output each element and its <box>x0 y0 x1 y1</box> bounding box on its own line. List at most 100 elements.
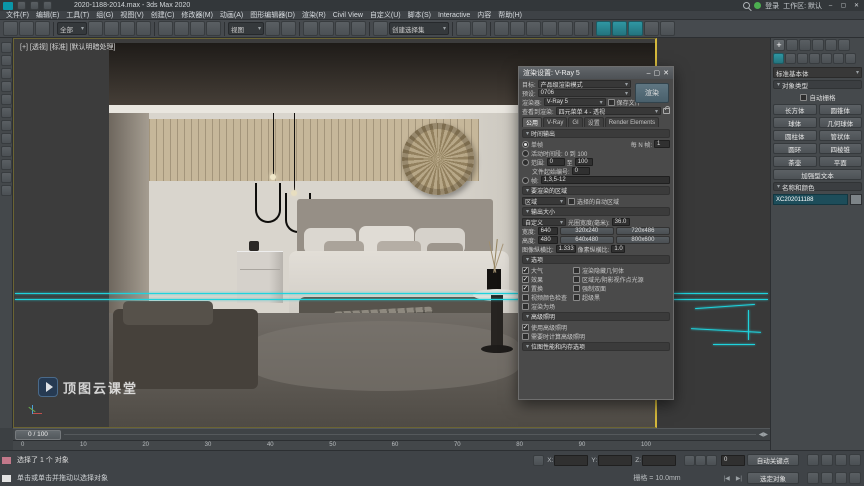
frames-field[interactable]: 1,3,5-12 <box>540 176 670 184</box>
menu-graph-editors[interactable]: 图形编辑器(D) <box>250 10 295 20</box>
res-320x240-button[interactable]: 320x240 <box>559 227 614 235</box>
reference-coordinate-combo[interactable]: 视图 ▾ <box>228 22 264 35</box>
active-segment-radio[interactable] <box>522 149 529 157</box>
tab-gi[interactable]: GI <box>568 117 583 127</box>
key-mode-toggle-icon[interactable] <box>695 454 706 466</box>
menu-civil-view[interactable]: Civil View <box>333 12 363 19</box>
scene-explorer-icon[interactable] <box>494 21 509 36</box>
range-from-field[interactable]: 0 <box>546 158 565 166</box>
left-tool-icon-8[interactable] <box>0 133 12 144</box>
ribbon-toggle-icon[interactable] <box>526 21 541 36</box>
secondary-viewport[interactable] <box>659 38 770 428</box>
select-and-scale-icon[interactable] <box>190 21 205 36</box>
zoom-region-icon[interactable] <box>849 454 861 466</box>
angle-snap-icon[interactable] <box>319 21 334 36</box>
curve-editor-icon[interactable] <box>542 21 557 36</box>
rollout-advanced-lighting[interactable]: ▾ 高级照明 <box>522 312 670 321</box>
select-and-manipulate-icon[interactable] <box>281 21 296 36</box>
save-file-checkbox[interactable] <box>607 98 615 106</box>
align-icon[interactable] <box>472 21 487 36</box>
spline-segment-4[interactable] <box>748 310 749 340</box>
y-coord-field[interactable] <box>598 454 633 466</box>
rollout-options[interactable]: ▾ 选项 <box>522 255 670 264</box>
cone-button[interactable]: 圆锥体 <box>818 104 862 115</box>
close-button[interactable]: ✕ <box>852 2 861 10</box>
tab-settings[interactable]: 设置 <box>583 117 604 127</box>
menu-rendering[interactable]: 渲染(R) <box>302 10 326 20</box>
spinner-snap-icon[interactable] <box>351 21 366 36</box>
snap-toggle-icon[interactable] <box>303 21 318 36</box>
every-n-field[interactable]: 1 <box>654 140 670 148</box>
rollout-bitmap-performance[interactable]: ▾ 位图性能和内存选项 <box>522 342 670 351</box>
edit-named-selection-icon[interactable] <box>373 21 388 36</box>
menu-interactive[interactable]: Interactive <box>438 12 470 19</box>
render-hidden-checkbox[interactable] <box>573 266 580 274</box>
left-tool-icon-7[interactable] <box>0 120 12 131</box>
rollout-name-color[interactable]: ▾ 名称和颜色 <box>773 182 862 192</box>
rollout-area-to-render[interactable]: ▾ 要渲染的区域 <box>522 186 670 195</box>
width-field[interactable]: 640 <box>537 227 558 235</box>
cameras-category-icon[interactable] <box>809 53 820 64</box>
left-tool-icon-6[interactable] <box>0 107 12 118</box>
zoom-extents-icon[interactable] <box>835 454 847 466</box>
left-tool-icon-3[interactable] <box>0 68 12 79</box>
side-table-base[interactable] <box>491 295 503 349</box>
helpers-category-icon[interactable] <box>821 53 832 64</box>
maximize-viewport-toggle-icon[interactable] <box>849 472 861 484</box>
geosphere-button[interactable]: 几何球体 <box>818 117 862 128</box>
cylinder-button[interactable]: 圆柱体 <box>773 130 817 141</box>
menu-views[interactable]: 视图(V) <box>120 10 143 20</box>
selected-filter-button[interactable]: 选定对象 <box>747 472 799 484</box>
login-button[interactable]: 登录 <box>765 1 779 11</box>
select-and-place-icon[interactable] <box>206 21 221 36</box>
lock-view-icon[interactable] <box>663 106 670 114</box>
x-coord-field[interactable] <box>554 454 589 466</box>
res-720x486-button[interactable]: 720x486 <box>615 227 671 235</box>
left-tool-icon-5[interactable] <box>0 94 12 105</box>
lights-category-icon[interactable] <box>797 53 808 64</box>
left-tool-icon-9[interactable] <box>0 146 12 157</box>
rollout-object-type[interactable]: ▾ 对象类型 <box>773 80 862 90</box>
torus-button[interactable]: 圆环 <box>773 143 817 154</box>
pendant-bulb-1[interactable] <box>270 174 276 180</box>
pixel-aspect-field[interactable]: 1.0 <box>611 245 626 253</box>
output-preset-combo[interactable]: 自定义 ▾ <box>522 218 566 227</box>
effects-checkbox[interactable] <box>522 275 529 283</box>
res-640x480-button[interactable]: 640x480 <box>559 236 614 244</box>
object-name-field[interactable]: XC202011188 <box>773 194 848 205</box>
maximize-button[interactable]: ▢ <box>839 2 848 10</box>
area-lights-checkbox[interactable] <box>573 275 580 283</box>
menu-file[interactable]: 文件(F) <box>6 10 29 20</box>
motion-tab-icon[interactable] <box>812 39 824 51</box>
render-setup-dialog[interactable]: 渲染设置: V-Ray 5 – ▢ ✕ 渲染 目标: 产品级渲染模式 ▾ 预设: … <box>518 66 674 400</box>
use-pivot-center-icon[interactable] <box>265 21 280 36</box>
super-black-checkbox[interactable] <box>573 293 580 301</box>
tab-vray[interactable]: V-Ray <box>543 117 568 127</box>
pan-icon[interactable] <box>807 472 819 484</box>
left-tool-icon-12[interactable] <box>0 185 12 196</box>
object-color-swatch[interactable] <box>850 194 862 205</box>
zoom-all-icon[interactable] <box>821 454 833 466</box>
save-icon[interactable] <box>17 1 26 10</box>
menu-tools[interactable]: 工具(T) <box>66 10 89 20</box>
preset-combo[interactable]: 0706 ▾ <box>537 89 631 97</box>
pendant-cord-1[interactable] <box>273 113 274 175</box>
undo-icon[interactable] <box>30 1 39 10</box>
search-icon[interactable] <box>743 2 752 12</box>
geometry-class-combo[interactable]: 标准基本体 ▾ <box>773 67 862 78</box>
select-and-move-icon[interactable] <box>158 21 173 36</box>
pyramid-button[interactable]: 四棱锥 <box>818 143 862 154</box>
redo-icon[interactable] <box>43 1 52 10</box>
nightstand[interactable] <box>237 251 283 303</box>
selection-filter-combo[interactable]: 全部 ▾ <box>57 22 87 35</box>
pendant-cord-2[interactable] <box>294 113 295 191</box>
bind-to-spacewarp-icon[interactable] <box>35 21 50 36</box>
height-field[interactable]: 480 <box>537 236 558 244</box>
tab-render-elements[interactable]: Render Elements <box>604 117 660 127</box>
open-in-viewer-icon[interactable] <box>660 21 675 36</box>
current-time-field[interactable]: 0 <box>721 454 745 466</box>
render-button[interactable]: 渲染 <box>635 83 669 103</box>
range-to-field[interactable]: 100 <box>574 158 593 166</box>
create-tab-icon[interactable]: + <box>773 39 785 51</box>
spacewarps-category-icon[interactable] <box>833 53 844 64</box>
